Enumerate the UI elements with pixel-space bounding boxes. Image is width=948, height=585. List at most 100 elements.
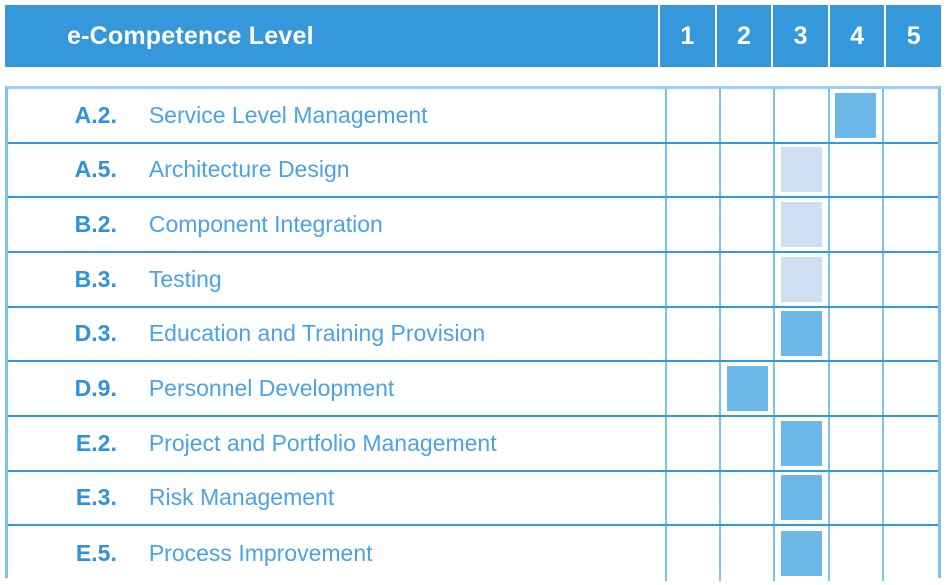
level-cell-3[interactable] [775, 526, 830, 581]
level-mark-empty [781, 93, 822, 138]
level-mark-empty [673, 202, 714, 247]
level-cell-3[interactable] [775, 198, 830, 251]
level-cell-5[interactable] [884, 362, 938, 415]
level-cell-3[interactable] [775, 89, 830, 142]
level-mark-empty [835, 311, 876, 356]
table-body: A.2. Service Level Management A.5. Architec… [5, 86, 941, 581]
header-level-3: 3 [773, 5, 828, 67]
level-mark-empty [673, 93, 714, 138]
level-cell-1[interactable] [667, 526, 722, 581]
level-mark-empty [673, 531, 714, 576]
level-mark-empty [673, 257, 714, 302]
level-cell-4[interactable] [830, 89, 884, 142]
level-cell-2[interactable] [721, 471, 776, 525]
level-cell-3[interactable] [775, 362, 830, 415]
level-cell-4[interactable] [830, 307, 884, 361]
level-cell-1[interactable] [667, 471, 722, 525]
level-cell-3[interactable] [775, 416, 830, 470]
level-cell-5[interactable] [884, 198, 938, 251]
level-cell-5[interactable] [884, 89, 938, 142]
level-mark-strong [781, 420, 823, 466]
level-cell-2[interactable] [721, 143, 776, 197]
level-mark-empty [727, 147, 768, 192]
level-mark-empty [727, 93, 768, 138]
table-row: D.9. Personnel Development [8, 362, 938, 417]
competence-level-table: e-Competence Level 1 2 3 4 5 A.2. Service… [0, 0, 948, 585]
level-cell-3[interactable] [775, 252, 830, 306]
table-row: B.3. Testing [8, 252, 938, 308]
table-row: E.5. Process Improvement [8, 526, 938, 581]
level-mark-empty [890, 421, 931, 466]
level-cell-2[interactable] [721, 307, 776, 361]
level-cell-4[interactable] [830, 252, 884, 306]
level-cell-4[interactable] [830, 471, 884, 525]
level-mark-empty [835, 421, 876, 466]
table-row: B.2. Component Integration [8, 198, 938, 253]
level-cell-5[interactable] [884, 472, 938, 525]
competence-code: D.9. [74, 375, 117, 402]
level-cell-3[interactable] [775, 143, 830, 197]
level-cell-2[interactable] [721, 198, 776, 251]
level-cell-5[interactable] [884, 526, 938, 581]
competence-code: A.2. [74, 101, 117, 128]
level-cell-1[interactable] [667, 143, 722, 197]
level-mark-empty [890, 366, 931, 411]
level-mark-empty [835, 475, 876, 520]
level-cell-4[interactable] [830, 198, 884, 251]
level-cell-5[interactable] [884, 253, 938, 306]
level-cell-4[interactable] [830, 143, 884, 197]
level-cell-4[interactable] [830, 416, 884, 470]
level-cell-1[interactable] [667, 307, 722, 361]
competence-code: E.5. [75, 540, 117, 567]
competence-label: Architecture Design [148, 156, 350, 183]
level-cell-3[interactable] [775, 471, 830, 525]
competence-code: D.3. [74, 320, 117, 347]
level-cells [665, 471, 938, 525]
level-mark-empty [890, 475, 931, 520]
level-cell-1[interactable] [667, 198, 722, 251]
level-cell-4[interactable] [830, 362, 884, 415]
header-level-2: 2 [716, 5, 772, 67]
competence-label: Personnel Development [148, 375, 395, 402]
level-cell-5[interactable] [884, 417, 938, 470]
level-cell-3[interactable] [775, 307, 830, 361]
level-cells [665, 362, 938, 415]
level-cell-2[interactable] [721, 416, 776, 470]
level-mark-empty [890, 311, 931, 356]
competence-code: B.2. [74, 211, 117, 238]
competence-code: E.3. [75, 484, 117, 511]
level-mark-empty [673, 311, 714, 356]
competence-label: Risk Management [148, 484, 335, 511]
level-cell-5[interactable] [884, 308, 938, 361]
level-mark-strong [781, 531, 823, 577]
competence-label: Project and Portfolio Management [148, 429, 497, 456]
level-cell-2[interactable] [721, 252, 776, 306]
level-mark-empty [890, 93, 931, 138]
level-mark-empty [835, 366, 876, 411]
level-mark-empty [727, 531, 768, 576]
level-cell-5[interactable] [884, 144, 938, 197]
level-cells [665, 89, 938, 142]
level-mark-empty [890, 202, 931, 247]
header-level-1: 1 [660, 5, 715, 67]
level-cell-2[interactable] [721, 89, 776, 142]
level-cell-1[interactable] [667, 252, 722, 306]
level-cells [665, 143, 938, 197]
level-mark-empty [781, 366, 822, 411]
level-mark-strong [835, 92, 877, 138]
level-mark-light [781, 202, 823, 248]
level-cell-1[interactable] [667, 89, 722, 142]
level-cells [665, 307, 938, 361]
level-mark-light [781, 256, 823, 302]
level-cell-1[interactable] [667, 362, 722, 415]
level-mark-empty [835, 202, 876, 247]
level-mark-empty [890, 257, 931, 302]
competence-code: A.5. [74, 156, 117, 183]
level-cell-1[interactable] [667, 416, 722, 470]
level-cell-2[interactable] [721, 362, 776, 415]
level-cell-4[interactable] [830, 526, 884, 581]
competence-label: Component Integration [148, 211, 383, 238]
level-cell-2[interactable] [721, 526, 776, 581]
level-mark-empty [835, 147, 876, 192]
competence-code: B.3. [74, 265, 117, 292]
